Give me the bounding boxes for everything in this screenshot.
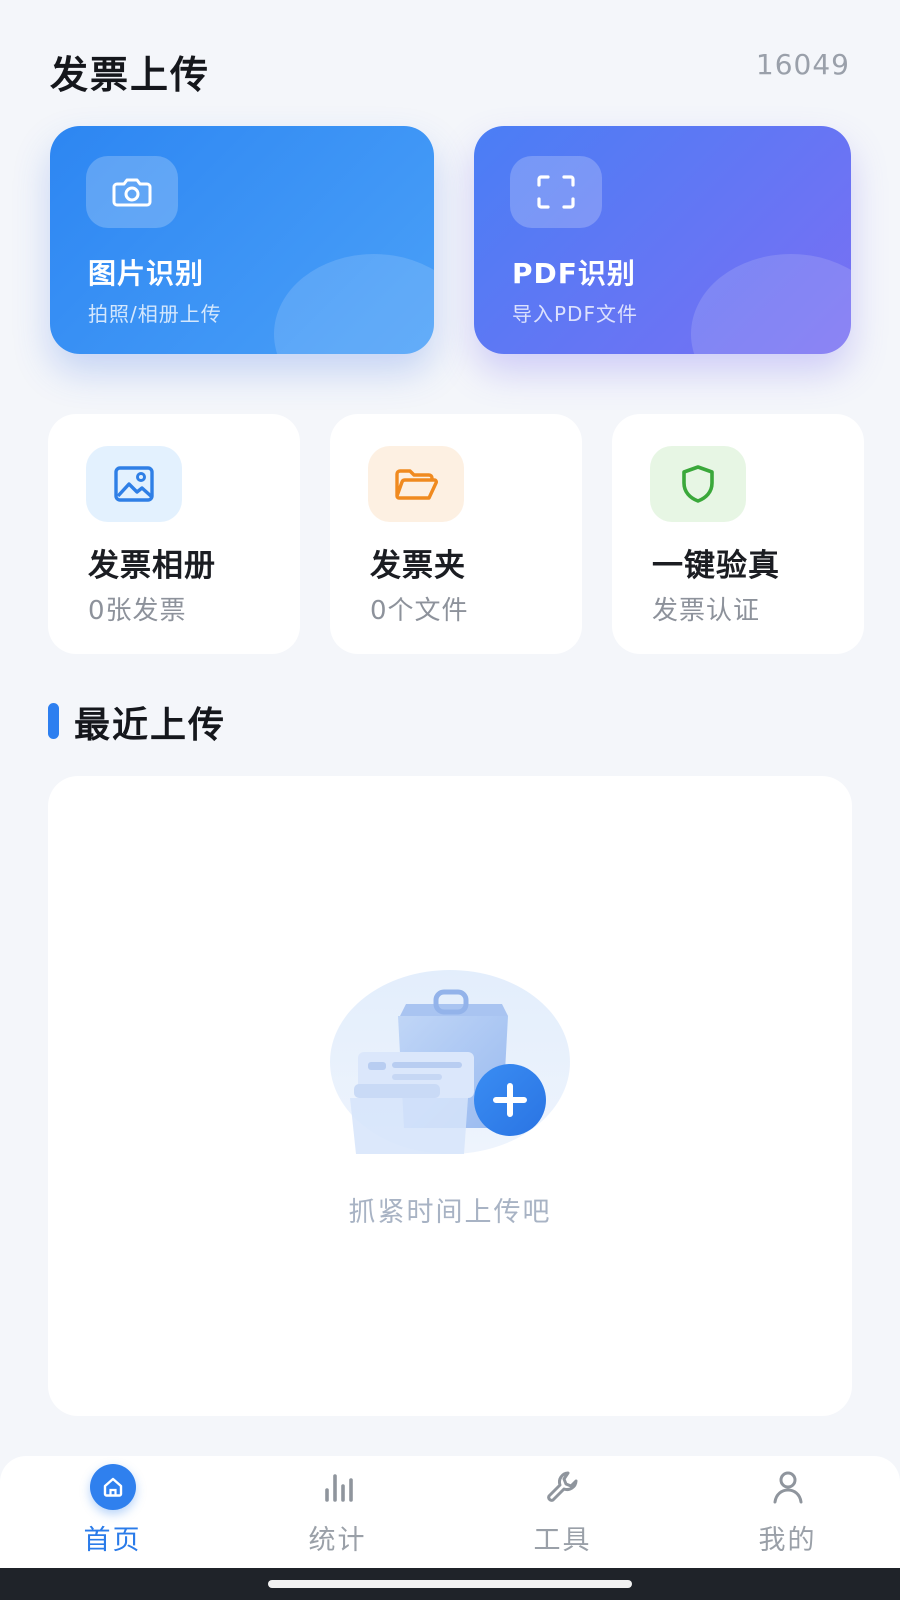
recent-uploads-title: 最近上传 (74, 705, 227, 746)
bar-chart-icon (315, 1464, 361, 1510)
invoice-album-count: 0张发票 (88, 596, 187, 626)
image-recognition-card[interactable]: 图片识别 拍照/相册上传 (50, 126, 434, 354)
invoice-folder-count: 0个文件 (370, 596, 469, 626)
nav-home-label: 首页 (83, 1525, 142, 1556)
home-icon (89, 1464, 136, 1510)
image-recognition-title: 图片识别 (88, 257, 205, 290)
bottom-nav: 首页 统计 工具 我的 (0, 1456, 900, 1568)
page-title: 发票上传 (50, 53, 211, 97)
scan-frame-icon (510, 156, 602, 228)
user-icon (765, 1464, 811, 1510)
camera-icon (86, 156, 178, 228)
section-marker (48, 703, 59, 739)
invoice-folder-title: 发票夹 (370, 548, 466, 584)
nav-stats[interactable]: 统计 (225, 1456, 450, 1568)
invoice-album-card[interactable]: 发票相册 0张发票 (48, 414, 300, 654)
shield-icon (650, 446, 746, 522)
nav-stats-label: 统计 (308, 1525, 367, 1556)
pdf-recognition-title: PDF识别 (512, 257, 636, 290)
one-click-verify-card[interactable]: 一键验真 发票认证 (612, 414, 864, 654)
invoice-folder-card[interactable]: 发票夹 0个文件 (330, 414, 582, 654)
card-decoration (691, 254, 851, 354)
nav-home[interactable]: 首页 (0, 1456, 225, 1568)
home-indicator[interactable] (268, 1580, 632, 1588)
nav-tools-label: 工具 (533, 1525, 592, 1556)
nav-mine[interactable]: 我的 (675, 1456, 900, 1568)
wrench-icon (540, 1464, 586, 1510)
user-count: 16049 (755, 48, 850, 81)
empty-folder-illustration (328, 966, 572, 1166)
card-decoration (274, 254, 434, 354)
one-click-verify-subtitle: 发票认证 (652, 596, 761, 626)
folder-icon (368, 446, 464, 522)
nav-tools[interactable]: 工具 (450, 1456, 675, 1568)
pdf-recognition-subtitle: 导入PDF文件 (512, 302, 638, 326)
image-icon (86, 446, 182, 522)
one-click-verify-title: 一键验真 (652, 548, 780, 584)
pdf-recognition-card[interactable]: PDF识别 导入PDF文件 (474, 126, 851, 354)
invoice-album-title: 发票相册 (88, 548, 216, 584)
nav-mine-label: 我的 (758, 1525, 817, 1556)
system-home-bar (0, 1568, 900, 1600)
image-recognition-subtitle: 拍照/相册上传 (88, 302, 222, 326)
empty-state-text: 抓紧时间上传吧 (348, 1197, 552, 1228)
recent-uploads-panel: 抓紧时间上传吧 (48, 776, 852, 1416)
